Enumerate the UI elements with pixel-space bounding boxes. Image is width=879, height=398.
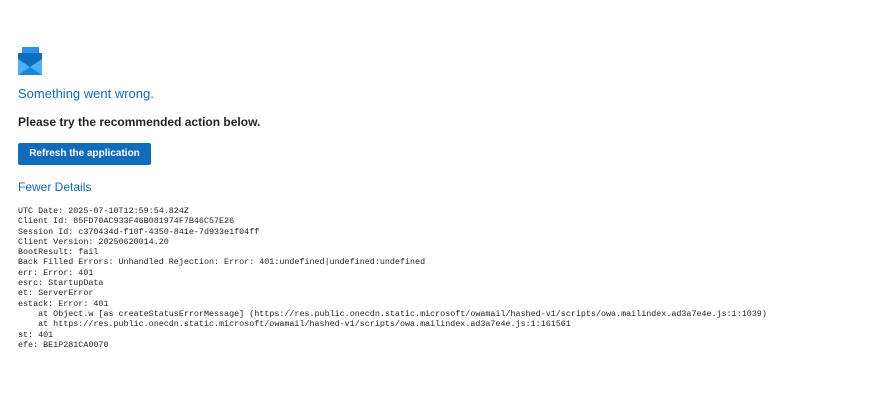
details-line: st: 401 — [18, 329, 54, 340]
details-line: estack: Error: 401 — [18, 298, 109, 309]
fewer-details-link[interactable]: Fewer Details — [18, 180, 91, 194]
details-line: UTC Date: 2025-07-10T12:59:54.824Z — [18, 206, 189, 216]
details-line: at https://res.public.onecdn.static.micr… — [18, 319, 571, 330]
error-details: UTC Date: 2025-07-10T12:59:54.824Z Client… — [18, 206, 767, 350]
details-line: efe: BE1P281CA0070 — [18, 339, 109, 350]
details-line: esrc: StartupData — [18, 278, 104, 289]
refresh-application-button[interactable]: Refresh the application — [18, 143, 151, 165]
details-line: at Object.w [as createStatusErrorMessage… — [18, 308, 767, 319]
error-headline: Something went wrong. — [18, 86, 154, 101]
details-line: Client Id: 85FD70AC933F46B081974F7B46C57… — [18, 216, 235, 227]
details-line: BootResult: fail — [18, 247, 99, 258]
error-instruction: Please try the recommended action below. — [18, 115, 261, 129]
details-line: Client Version: 20250620014.20 — [18, 236, 169, 247]
details-line: Session Id: c370434d-f10f-4350-841e-7d93… — [18, 226, 260, 237]
error-page: Something went wrong. Please try the rec… — [0, 0, 879, 398]
details-line: Back Filled Errors: Unhandled Rejection:… — [18, 257, 426, 268]
details-line: et: ServerError — [18, 288, 94, 299]
outlook-envelope-icon — [18, 47, 42, 75]
details-line: err: Error: 401 — [18, 267, 94, 278]
